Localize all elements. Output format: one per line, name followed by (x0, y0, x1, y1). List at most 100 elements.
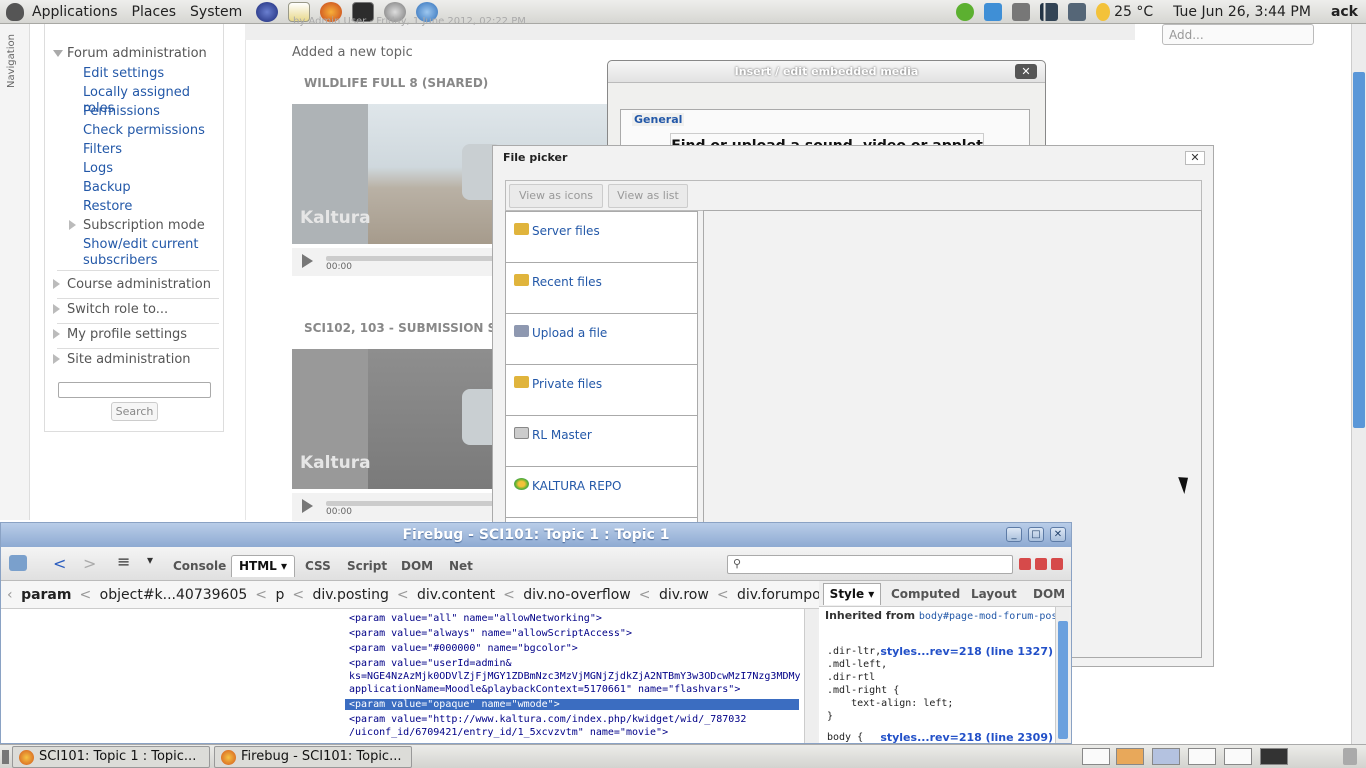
link-filters[interactable]: Filters (83, 142, 122, 158)
breadcrumb-item[interactable]: div.no-overflow (523, 587, 631, 603)
collapsed-arrow-icon[interactable] (53, 279, 60, 289)
repository-label[interactable]: Server files (532, 224, 600, 238)
repository-label[interactable]: KALTURA REPO (532, 479, 622, 493)
link-permissions[interactable]: Permissions (83, 104, 160, 120)
tab-style[interactable]: Style ▾ (823, 583, 881, 605)
block-search-input[interactable] (58, 382, 211, 398)
workspace-1[interactable] (1082, 748, 1110, 765)
breadcrumb-item[interactable]: div.forumpost (737, 587, 819, 603)
firebug-detach-icon[interactable] (1035, 558, 1047, 570)
workspace-3[interactable] (1152, 748, 1180, 765)
tab-dom[interactable]: DOM (401, 559, 433, 573)
signal-icon[interactable] (1040, 3, 1059, 21)
weather-text[interactable]: 25 °C (1114, 4, 1153, 20)
workspace-2[interactable] (1116, 748, 1144, 765)
scrollbar-thumb[interactable] (1353, 72, 1365, 428)
collapsed-arrow-icon[interactable] (53, 329, 60, 339)
switch-role[interactable]: Switch role to... (67, 302, 168, 317)
link-show-subscribers[interactable]: Show/edit current subscribers (83, 237, 213, 269)
collapsed-arrow-icon[interactable] (53, 354, 60, 364)
forum-administration-title[interactable]: Forum administration (67, 46, 207, 61)
close-icon[interactable]: ✕ (1050, 527, 1066, 542)
breadcrumb-item[interactable]: div.posting (313, 587, 389, 603)
close-icon[interactable]: ✕ (1015, 64, 1037, 79)
link-check-permissions[interactable]: Check permissions (83, 123, 205, 139)
tab-html[interactable]: HTML ▾ (231, 555, 295, 577)
selected-html-node[interactable]: <param value="opaque" name="wmode"> (345, 699, 799, 710)
breadcrumb-item[interactable]: p (275, 587, 284, 603)
trash-icon[interactable] (1343, 748, 1357, 765)
collapsed-arrow-icon[interactable] (53, 304, 60, 314)
breadcrumb-scroll-left-icon[interactable]: ‹ (7, 587, 17, 603)
system-menu[interactable]: System (190, 4, 242, 20)
repository-label[interactable]: Upload a file (532, 326, 607, 340)
link-edit-settings[interactable]: Edit settings (83, 66, 164, 82)
add-block-select[interactable]: Add... (1162, 24, 1314, 45)
breadcrumb-item[interactable]: param (21, 587, 71, 603)
inherited-selector[interactable]: body#page-mod-forum-post.path-mod (919, 611, 1055, 622)
tab-script[interactable]: Script (347, 559, 387, 573)
firebug-close-icon[interactable] (1051, 558, 1063, 570)
css-rule[interactable]: .dir-ltr, .mdl-left, .dir-rtl .mdl-right… (827, 645, 953, 723)
html-node-line[interactable]: <param value="http://www.kaltura.com/ind… (349, 714, 746, 725)
places-menu[interactable]: Places (132, 4, 177, 20)
forward-icon[interactable]: > (83, 554, 96, 573)
link-restore[interactable]: Restore (83, 199, 132, 215)
view-as-list-button[interactable]: View as list (608, 184, 688, 208)
chevron-down-icon[interactable]: ▾ (147, 553, 153, 567)
workspace-4[interactable] (1188, 748, 1216, 765)
clock[interactable]: Tue Jun 26, 3:44 PM (1173, 4, 1311, 20)
update-icon[interactable] (956, 3, 975, 21)
close-icon[interactable]: ✕ (1185, 151, 1205, 165)
css-rule[interactable]: body { (827, 731, 863, 743)
applications-menu[interactable]: Applications (32, 4, 118, 20)
expanded-arrow-icon[interactable] (53, 50, 63, 57)
repository-label[interactable]: Recent files (532, 275, 602, 289)
repository-item[interactable]: Upload a file (506, 314, 697, 365)
menu-icon[interactable]: ≡ (117, 552, 130, 571)
show-desktop-icon[interactable] (2, 750, 9, 764)
inspect-icon[interactable] (9, 555, 27, 571)
tab-net[interactable]: Net (449, 559, 473, 573)
repository-label[interactable]: RL Master (532, 428, 592, 442)
collapsed-arrow-icon[interactable] (69, 220, 76, 230)
minimize-icon[interactable]: _ (1006, 527, 1022, 542)
html-attr-value[interactable]: ks=NGE4NzAzMjk0ODVlZjFjMGY1ZDBmNzc3MzVjM… (349, 671, 801, 682)
css-source-link[interactable]: styles...rev=218 (line 2309) (880, 731, 1053, 743)
tab-side-dom[interactable]: DOM (1033, 587, 1065, 601)
block-search-button[interactable]: Search (111, 402, 158, 421)
tab-css[interactable]: CSS (305, 559, 331, 573)
repository-item[interactable]: Private files (506, 365, 697, 416)
html-node-line[interactable]: <param value="userId=admin& (349, 658, 512, 669)
navigation-dock-tab[interactable]: Navigation (0, 24, 30, 520)
tab-layout[interactable]: Layout (971, 587, 1017, 601)
page-scrollbar[interactable] (1351, 24, 1366, 744)
dropbox-icon[interactable] (984, 3, 1003, 21)
eclipse-icon[interactable] (256, 1, 279, 22)
repository-item[interactable]: RL Master (506, 416, 697, 467)
user-name[interactable]: ack (1331, 4, 1358, 20)
repository-item[interactable]: KALTURA REPO (506, 467, 697, 518)
play-icon[interactable] (302, 254, 313, 268)
volume-icon[interactable] (1012, 3, 1031, 21)
site-administration[interactable]: Site administration (67, 352, 191, 367)
html-node-line[interactable]: <param value="always" name="allowScriptA… (349, 628, 632, 639)
my-profile-settings[interactable]: My profile settings (67, 327, 187, 342)
maximize-icon[interactable]: □ (1028, 527, 1044, 542)
firebug-search-input[interactable]: ⚲ (727, 555, 1013, 574)
repository-label[interactable]: Private files (532, 377, 602, 391)
subscription-mode[interactable]: Subscription mode (83, 218, 205, 233)
link-backup[interactable]: Backup (83, 180, 131, 196)
tab-console[interactable]: Console (173, 559, 226, 573)
play-icon[interactable] (302, 499, 313, 513)
firebug-minimize-icon[interactable] (1019, 558, 1031, 570)
breadcrumb-item[interactable]: object#k...40739605 (100, 587, 248, 603)
gnome-foot-icon[interactable] (6, 2, 24, 21)
repository-item[interactable]: Server files (506, 212, 697, 263)
html-node-line[interactable]: applicationName=Moodle&playbackContext=5… (349, 684, 740, 695)
html-node-line[interactable]: <param value="#000000" name="bgcolor"> (349, 643, 578, 654)
html-node-line[interactable]: /uiconf_id/6709421/entry_id/1_5xcvzvtm" … (349, 727, 668, 738)
html-node-line[interactable]: <param value="all" name="allowNetworking… (349, 613, 602, 624)
link-logs[interactable]: Logs (83, 161, 113, 177)
html-panel-scrollbar[interactable] (804, 609, 817, 743)
